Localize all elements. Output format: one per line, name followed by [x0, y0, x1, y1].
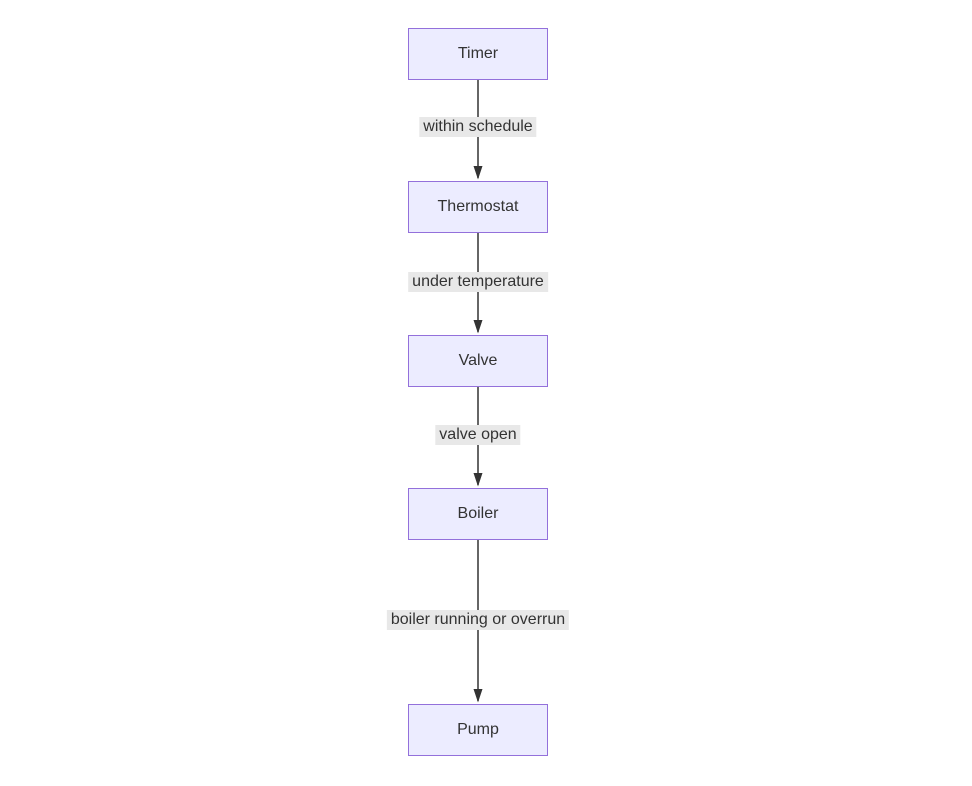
edge-label-text: boiler running or overrun	[391, 611, 565, 628]
edge-label-text: valve open	[439, 426, 516, 443]
flowchart-diagram: Timer Thermostat Valve Boiler Pump withi…	[0, 0, 972, 786]
node-label: Pump	[457, 721, 499, 739]
node-thermostat: Thermostat	[408, 181, 548, 233]
edge-label-text: within schedule	[423, 118, 532, 135]
edge-label-valve-open: valve open	[435, 425, 520, 445]
node-pump: Pump	[408, 704, 548, 756]
edge-label-under-temperature: under temperature	[408, 272, 548, 292]
node-label: Valve	[459, 352, 498, 370]
node-label: Boiler	[458, 505, 499, 523]
edge-label-boiler-running: boiler running or overrun	[387, 610, 569, 630]
node-boiler: Boiler	[408, 488, 548, 540]
node-valve: Valve	[408, 335, 548, 387]
node-label: Timer	[458, 45, 498, 63]
node-timer: Timer	[408, 28, 548, 80]
node-label: Thermostat	[438, 198, 519, 216]
edge-label-text: under temperature	[412, 273, 544, 290]
edge-label-within-schedule: within schedule	[419, 117, 536, 137]
